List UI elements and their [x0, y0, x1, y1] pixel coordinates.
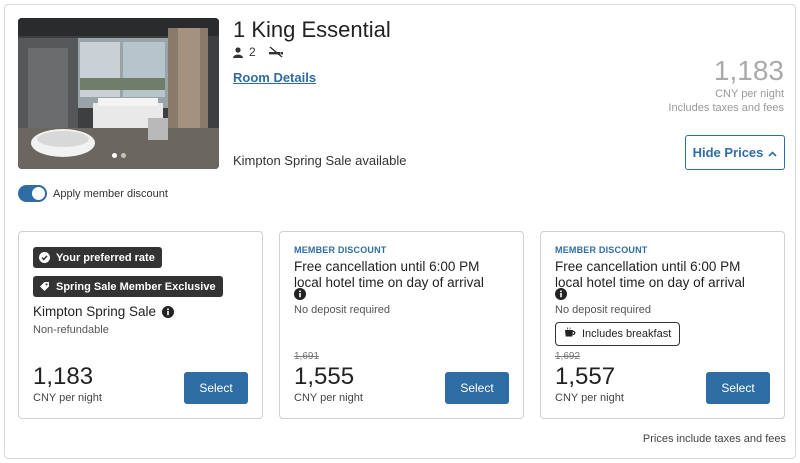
rate-card: MEMBER DISCOUNT Free cancellation until … — [540, 231, 785, 419]
original-price: 1,692 — [555, 351, 581, 362]
carousel-dot[interactable] — [120, 153, 126, 158]
rate-name-text: Kimpton Spring Sale — [33, 304, 157, 319]
photo-carousel-dots[interactable] — [18, 145, 219, 163]
room-photo[interactable] — [18, 18, 219, 169]
rate-policy: Non-refundable — [33, 324, 109, 336]
rate-card: Your preferred rate Spring Sale Member E… — [18, 231, 263, 419]
spring-sale-badge: Spring Sale Member Exclusive — [33, 276, 223, 297]
rate-price: 1,557 — [555, 363, 616, 390]
rate-price-unit: CNY per night — [294, 392, 363, 404]
rate-price: 1,183 — [33, 363, 94, 390]
member-discount-label: Apply member discount — [53, 187, 168, 200]
rate-price: 1,555 — [294, 363, 355, 390]
member-discount-tag: MEMBER DISCOUNT — [294, 245, 387, 255]
rate-price-unit: CNY per night — [555, 392, 624, 404]
badge-label: Your preferred rate — [56, 251, 155, 264]
carousel-dot[interactable] — [111, 153, 117, 158]
hide-prices-button[interactable]: Hide Prices — [685, 135, 785, 170]
badge-label: Spring Sale Member Exclusive — [56, 280, 216, 293]
rate-price-unit: CNY per night — [33, 392, 102, 404]
rate-name: Kimpton Spring Sale — [33, 304, 175, 320]
breakfast-chip: Includes breakfast — [555, 322, 681, 346]
room-meta: 2 — [233, 45, 284, 59]
room-details-link[interactable]: Room Details — [233, 70, 316, 85]
select-rate-button[interactable]: Select — [184, 372, 248, 404]
select-rate-button[interactable]: Select — [706, 372, 770, 404]
top-price-unit: CNY per night — [715, 88, 784, 100]
original-price: 1,691 — [294, 351, 320, 362]
preferred-rate-badge: Your preferred rate — [33, 247, 162, 268]
check-circle-icon — [39, 252, 50, 263]
top-price-taxes: Includes taxes and fees — [668, 102, 784, 114]
info-icon[interactable] — [555, 287, 567, 305]
no-smoking-icon — [268, 46, 284, 58]
coffee-cup-icon — [564, 327, 576, 341]
toggle-knob — [31, 186, 46, 201]
guest-count: 2 — [249, 45, 256, 59]
info-icon[interactable] — [294, 287, 306, 305]
breakfast-chip-label: Includes breakfast — [582, 328, 672, 340]
tag-icon — [39, 281, 50, 292]
hide-prices-label: Hide Prices — [692, 145, 764, 160]
member-discount-toggle[interactable] — [18, 185, 47, 202]
rate-name: Free cancellation until 6:00 PM local ho… — [294, 259, 484, 290]
footer-taxes-note: Prices include taxes and fees — [642, 433, 786, 445]
top-price: 1,183 CNY per night Includes taxes and f… — [668, 55, 784, 115]
top-price-amount: 1,183 — [713, 55, 784, 86]
rate-name: Free cancellation until 6:00 PM local ho… — [555, 259, 745, 290]
member-discount-tag: MEMBER DISCOUNT — [555, 245, 648, 255]
rate-card: MEMBER DISCOUNT Free cancellation until … — [279, 231, 524, 419]
room-title: 1 King Essential — [233, 17, 391, 42]
chevron-up-icon — [768, 145, 777, 160]
rate-deposit: No deposit required — [294, 304, 391, 316]
member-discount-toggle-row: Apply member discount — [18, 185, 168, 202]
sale-available-text: Kimpton Spring Sale available — [233, 153, 407, 168]
rate-deposit: No deposit required — [555, 304, 652, 316]
guest-icon — [233, 46, 243, 58]
info-icon[interactable] — [162, 306, 175, 318]
select-rate-button[interactable]: Select — [445, 372, 509, 404]
